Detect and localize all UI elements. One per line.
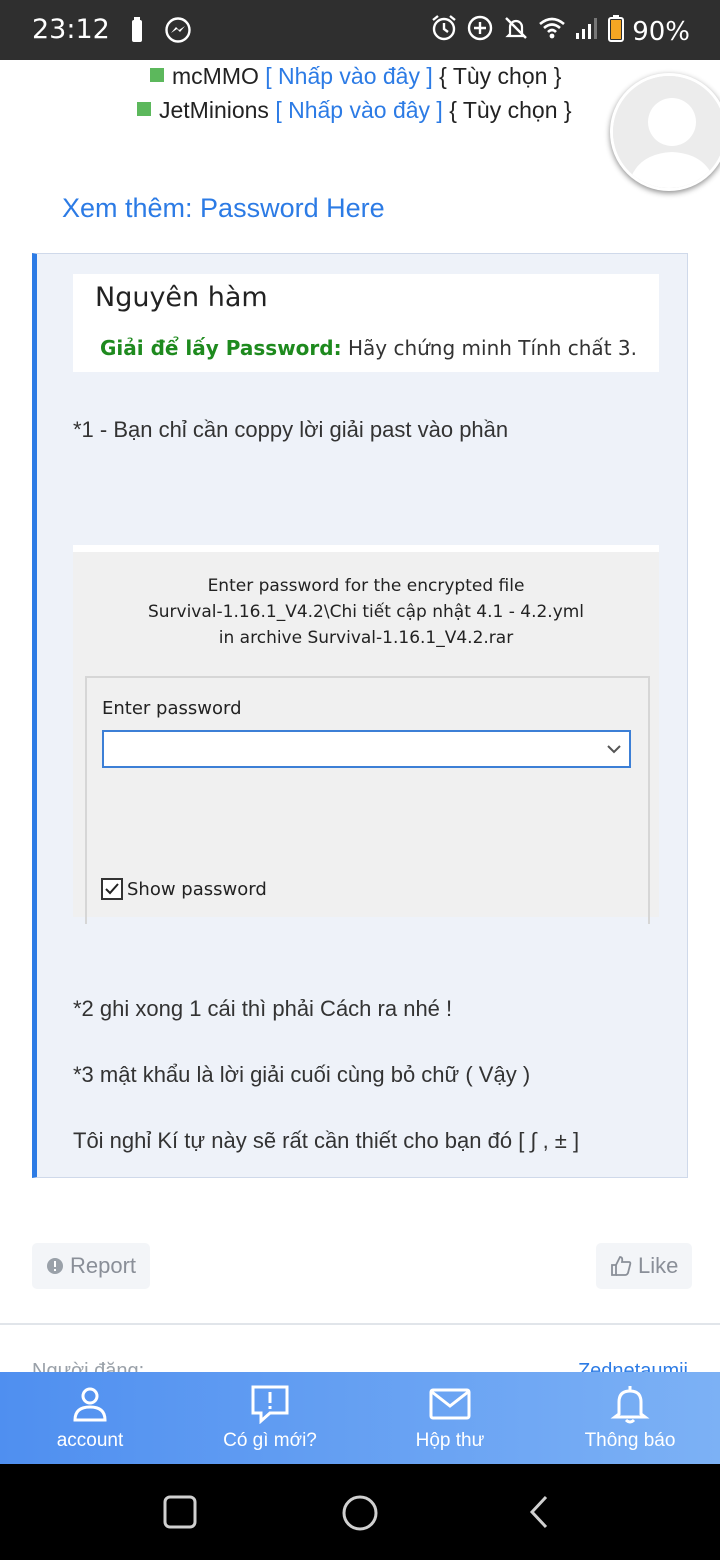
dialog-line-3: in archive Survival-1.16.1_V4.2.rar: [218, 628, 514, 648]
plugin-link[interactable]: [ Nhấp vào đây ]: [275, 97, 443, 123]
system-navigation-bar: [0, 1464, 720, 1560]
embedded-image-problem: Nguyên hàm Giải để lấy Password: Hãy chứ…: [73, 274, 659, 372]
battery-icon: [608, 14, 625, 49]
nav-notifications-label: Thông báo: [584, 1430, 676, 1451]
plugin-option: { Tùy chọn }: [449, 97, 572, 123]
plugin-name: mcMMO: [172, 63, 259, 89]
home-icon[interactable]: [340, 1493, 380, 1533]
checkbox-checked-icon: [101, 878, 123, 900]
quote-block: Nguyên hàm Giải để lấy Password: Hãy chứ…: [32, 253, 688, 1178]
person-icon: [73, 1387, 107, 1422]
floating-avatar[interactable]: [610, 73, 720, 191]
nav-whats-new-label: Có gì mới?: [223, 1430, 317, 1451]
mute-icon: [502, 14, 530, 49]
poster-name[interactable]: Zednetaumii: [578, 1360, 688, 1372]
like-button[interactable]: Like: [596, 1243, 693, 1289]
report-button[interactable]: Report: [32, 1243, 151, 1289]
recent-apps-icon[interactable]: [162, 1494, 198, 1530]
dialog-panel: Enter password Show password: [85, 676, 650, 924]
report-label: Report: [70, 1253, 137, 1278]
post-content: mcMMO [ Nhấp vào đây ] { Tùy chọn } JetM…: [0, 60, 720, 1372]
image-prompt: Giải để lấy Password: Hãy chứng minh Tín…: [100, 336, 637, 360]
status-time: 23:12: [32, 14, 110, 45]
plugin-option: { Tùy chọn }: [439, 63, 562, 89]
password-field: [102, 730, 631, 768]
note-1: *1 - Bạn chỉ cần coppy lời giải past vào…: [73, 417, 509, 442]
battery-percent: 90%: [632, 16, 690, 47]
like-label: Like: [638, 1253, 679, 1278]
nav-whats-new[interactable]: Có gì mới?: [180, 1372, 360, 1464]
status-bar: 23:12 90%: [0, 0, 720, 60]
nav-account[interactable]: account: [0, 1372, 180, 1464]
section-divider: [0, 1323, 720, 1325]
plugin-line-jetminions: JetMinions [ Nhấp vào đây ] { Tùy chọn }: [137, 97, 572, 124]
image-title: Nguyên hàm: [95, 282, 268, 313]
dialog-line-1: Enter password for the encrypted file: [207, 576, 525, 596]
nav-account-label: account: [56, 1430, 124, 1451]
signal-icon: [574, 15, 600, 48]
mail-icon: [429, 1388, 471, 1420]
note-4: Tôi nghỉ Kí tự này sẽ rất cần thiết cho …: [73, 1128, 580, 1153]
bottom-navigation: account Có gì mới? Hộp thư Thông báo: [0, 1372, 720, 1464]
chevron-down-icon: [607, 745, 621, 754]
show-password-row: Show password: [101, 878, 267, 900]
image-prompt-bold: Giải để lấy Password:: [100, 336, 342, 360]
password-label: Enter password: [102, 698, 242, 719]
bullet-square-icon: [137, 102, 151, 116]
battery-saver-icon: [130, 17, 144, 48]
person-silhouette-icon: [613, 76, 720, 188]
wifi-icon: [538, 15, 566, 48]
plugin-line-mcmmo: mcMMO [ Nhấp vào đây ] { Tùy chọn }: [150, 63, 562, 90]
nav-inbox[interactable]: Hộp thư: [360, 1372, 540, 1464]
chat-alert-icon: [251, 1385, 289, 1424]
bell-icon: [610, 1386, 650, 1424]
plugin-name: JetMinions: [159, 97, 269, 123]
image-prompt-rest: Hãy chứng minh Tính chất 3.: [347, 336, 637, 360]
bullet-square-icon: [150, 68, 164, 82]
nav-notifications[interactable]: Thông báo: [540, 1372, 720, 1464]
plugin-link[interactable]: [ Nhấp vào đây ]: [265, 63, 433, 89]
see-more-link[interactable]: Xem thêm: Password Here: [62, 193, 385, 224]
back-icon[interactable]: [524, 1494, 554, 1530]
thumbs-up-icon: [611, 1256, 632, 1276]
alarm-icon: [430, 14, 458, 49]
show-password-label: Show password: [127, 878, 267, 900]
dialog-line-2: Survival-1.16.1_V4.2\Chi tiết cập nhật 4…: [147, 602, 585, 622]
note-2: *2 ghi xong 1 cái thì phải Cách ra nhé !: [73, 996, 453, 1021]
alert-circle-icon: [47, 1258, 63, 1274]
nav-inbox-label: Hộp thư: [415, 1430, 485, 1451]
poster-label: Người đăng:: [32, 1360, 145, 1372]
messenger-icon: [164, 16, 192, 49]
data-saver-icon: [466, 14, 494, 49]
embedded-image-password-dialog: Enter password for the encrypted file Su…: [73, 545, 659, 924]
note-3: *3 mật khẩu là lời giải cuối cùng bỏ chữ…: [73, 1062, 531, 1087]
